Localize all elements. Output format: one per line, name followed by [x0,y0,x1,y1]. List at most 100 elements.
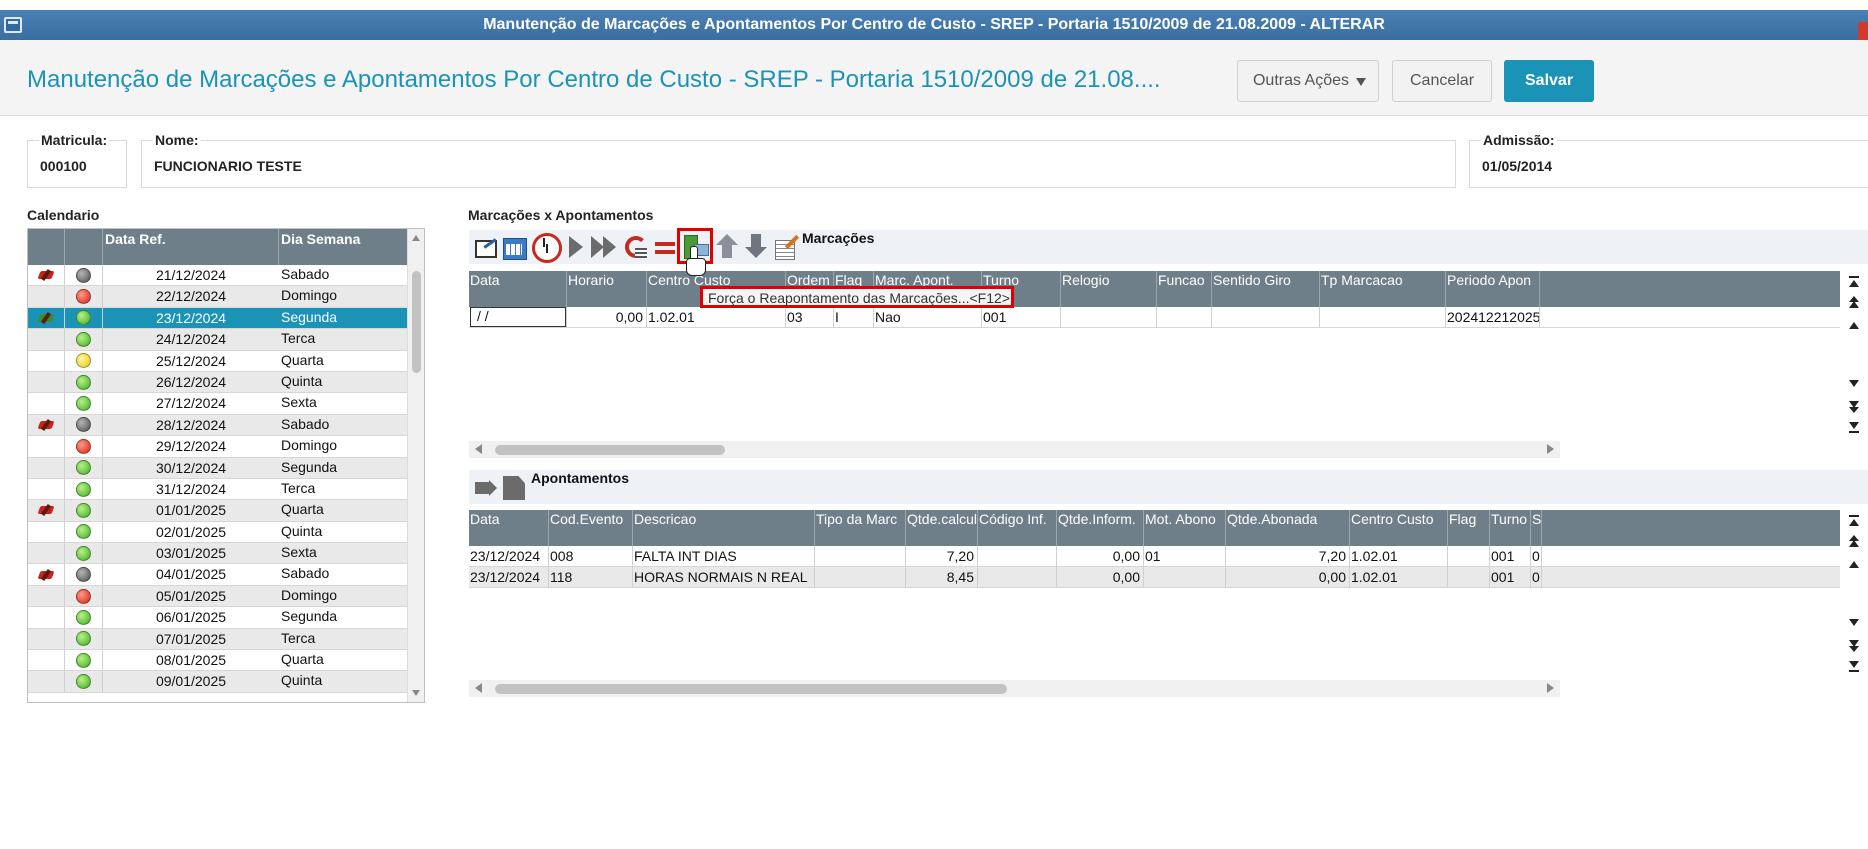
scroll-thumb[interactable] [495,684,1007,694]
apontamentos-col-11[interactable]: Turno [1490,510,1531,546]
calendar-row[interactable]: 04/01/2025 Sabado [28,564,408,586]
apt-cell-codinf[interactable] [978,567,1057,588]
page-down-icon[interactable] [1846,398,1862,414]
calendar-row[interactable]: 07/01/2025 Terca [28,628,408,651]
date-input[interactable]: / / [470,307,566,327]
marcacoes-col-7[interactable]: Relogio [1061,271,1157,307]
apt-cell-mot[interactable]: 01 [1144,546,1226,567]
marc-cell-funcao[interactable] [1157,307,1212,328]
apontamentos-col-8[interactable]: Qtde.Abonada [1226,510,1350,546]
calendar-row[interactable]: 23/12/2024 Segunda [28,307,408,330]
cancel-button[interactable]: Cancelar [1392,60,1492,102]
apt-cell-calc[interactable]: 8,45 [906,567,978,588]
table-row[interactable]: 23/12/2024 118 HORAS NORMAIS N REAL 8,45 0,0… [469,567,1868,588]
calendar-row[interactable]: 02/01/2025 Quinta [28,521,408,544]
next-record-icon[interactable] [1846,377,1862,393]
apt-cell-turno[interactable]: 001 [1490,567,1531,588]
calendar-row[interactable]: 31/12/2024 Terca [28,478,408,501]
apt-cell-data[interactable]: 23/12/2024 [469,567,549,588]
apt-cell-s[interactable]: 0 [1531,546,1542,567]
apontamentos-col-10[interactable]: Flag [1448,510,1490,546]
calendar-row[interactable]: 01/01/2025 Quarta [28,500,408,522]
apt-cell-inform[interactable]: 0,00 [1057,567,1144,588]
calendar-row[interactable]: 30/12/2024 Segunda [28,457,408,479]
calendar-scrollbar[interactable] [407,229,424,702]
calendar-row[interactable]: 08/01/2025 Quarta [28,650,408,672]
close-icon[interactable] [1858,22,1868,40]
play-icon[interactable] [563,232,591,260]
table-row[interactable]: 23/12/2024 008 FALTA INT DIAS 7,20 0,00 01 7,2… [469,546,1868,567]
calendar-row[interactable]: 24/12/2024 Terca [28,329,408,351]
marc-cell-sentido[interactable] [1212,307,1320,328]
arrow-down-icon[interactable] [742,232,770,260]
save-button[interactable]: Salvar [1504,60,1594,102]
apt-cell-abon[interactable]: 0,00 [1226,567,1350,588]
apontamentos-col-3[interactable]: Tipo da Marc [815,510,906,546]
apontamentos-col-0[interactable]: Data [469,510,549,546]
apt-cell-desc[interactable]: HORAS NORMAIS N REAL [633,567,815,588]
apt-cell-desc[interactable]: FALTA INT DIAS [633,546,815,567]
calendar-row[interactable]: 27/12/2024 Sexta [28,393,408,415]
apontamentos-col-1[interactable]: Cod.Evento [549,510,633,546]
page-up-icon[interactable] [1846,535,1862,551]
calendar-row[interactable]: 09/01/2025 Quinta [28,671,408,693]
apt-cell-tipo[interactable] [815,567,906,588]
marc-cell-centro[interactable]: 1.02.01 [647,307,786,328]
scroll-up-icon[interactable] [412,235,420,241]
calendar-icon[interactable] [500,232,528,260]
apontamentos-col-6[interactable]: Qtde.Inform. [1057,510,1144,546]
marcacoes-col-9[interactable]: Sentido Giro [1212,271,1320,307]
apt-cell-calc[interactable]: 7,20 [906,546,978,567]
marc-cell-periodo[interactable]: 2024122120250 [1446,307,1540,328]
document-icon[interactable] [501,472,529,500]
marc-cell-turno[interactable]: 001 [982,307,1061,328]
last-record-icon[interactable] [1846,658,1862,674]
calendar-row[interactable]: 29/12/2024 Domingo [28,436,408,458]
apt-cell-s[interactable]: 0 [1531,567,1542,588]
table-row[interactable]: / / 0,00 1.02.01 03 I Nao 001 2024122120… [469,307,1868,328]
apt-cell-centro[interactable]: 1.02.01 [1350,567,1448,588]
page-down-icon[interactable] [1846,637,1862,653]
marc-cell-flag[interactable]: I [834,307,874,328]
arrow-right-icon[interactable] [473,474,501,502]
page-up-icon[interactable] [1846,296,1862,312]
marc-cell-ordem[interactable]: 03 [786,307,834,328]
calendar-row[interactable]: 26/12/2024 Quinta [28,371,408,394]
scroll-right-icon[interactable] [1547,444,1554,454]
apontamentos-col-12[interactable]: S [1531,510,1542,546]
apontamentos-col-5[interactable]: Código Inf. [978,510,1057,546]
apt-cell-inform[interactable]: 0,00 [1057,546,1144,567]
scroll-right-icon[interactable] [1547,683,1554,693]
calendar-col-date[interactable]: Data Ref. [103,229,279,265]
marc-cell-data[interactable]: / / [469,307,567,328]
marc-cell-relogio[interactable] [1061,307,1157,328]
marc-cell-marc[interactable]: Nao [874,307,982,328]
scroll-left-icon[interactable] [475,444,482,454]
other-actions-button[interactable]: Outras Ações [1237,60,1379,102]
marcacoes-col-11[interactable]: Periodo Apon [1446,271,1540,307]
marcacoes-col-1[interactable]: Horario [567,271,647,307]
marcacoes-col-0[interactable]: Data [469,271,567,307]
marc-cell-horario[interactable]: 0,00 [567,307,647,328]
apt-cell-cod[interactable]: 118 [549,567,633,588]
previous-record-icon[interactable] [1846,317,1862,333]
arrow-up-icon[interactable] [713,232,741,260]
next-record-icon[interactable] [1846,616,1862,632]
scroll-thumb[interactable] [412,271,421,373]
notes-icon[interactable] [772,232,800,260]
apt-cell-flag[interactable] [1448,567,1490,588]
first-record-icon[interactable] [1846,275,1862,291]
calendar-row[interactable]: 25/12/2024 Quarta [28,350,408,372]
apt-cell-mot[interactable] [1144,567,1226,588]
apt-cell-data[interactable]: 23/12/2024 [469,546,549,567]
apt-cell-turno[interactable]: 001 [1490,546,1531,567]
scroll-left-icon[interactable] [475,683,482,693]
calendar-row[interactable]: 22/12/2024 Domingo [28,286,408,308]
apontamentos-col-9[interactable]: Centro Custo [1350,510,1448,546]
apontamentos-col-2[interactable]: Descricao [633,510,815,546]
marcacoes-col-10[interactable]: Tp Marcacao [1320,271,1446,307]
edit-icon[interactable] [471,232,499,260]
apt-cell-codinf[interactable] [978,546,1057,567]
marc-cell-tp[interactable] [1320,307,1446,328]
clock-icon[interactable] [531,232,562,263]
